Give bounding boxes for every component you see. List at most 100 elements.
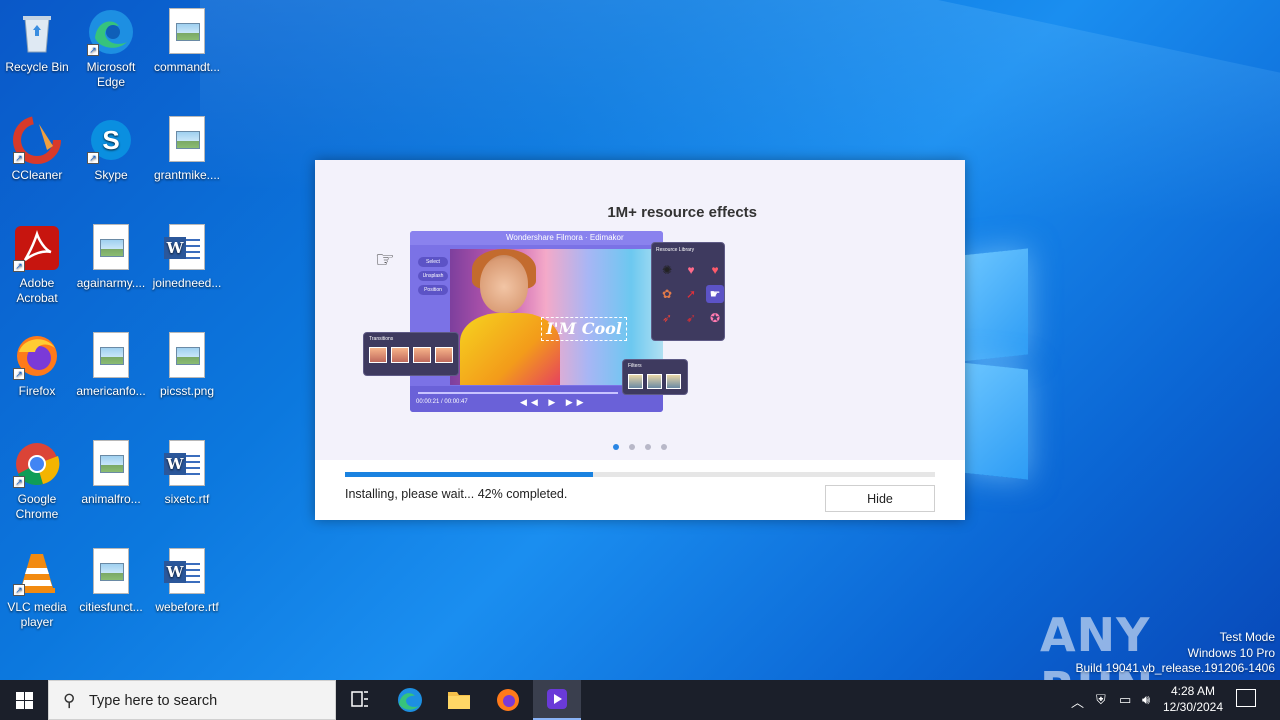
carousel-dot[interactable] (661, 444, 667, 450)
desktop-icon-microsoft-edge[interactable]: ↗ Microsoft Edge (74, 8, 148, 90)
image-file-icon (87, 224, 135, 272)
recycle-bin-icon (13, 8, 61, 56)
volume-icon[interactable]: 🔊︎ (1142, 692, 1150, 708)
icon-label: Firefox (18, 384, 56, 398)
image-file-icon (163, 332, 211, 380)
system-info-overlay: Test Mode Windows 10 Pro Build 19041.vb_… (1076, 630, 1276, 677)
clock-date: 12/30/2024 (1162, 700, 1224, 714)
install-progress-fill (345, 472, 593, 477)
task-view-button[interactable] (336, 680, 384, 720)
icon-label: joinedneed... (152, 276, 222, 290)
preview-filters-panel: Filters (622, 359, 688, 395)
preview-transitions-panel: Transitions (363, 332, 459, 376)
carousel-dots[interactable] (613, 444, 667, 450)
icon-label: Recycle Bin (5, 60, 69, 74)
desktop-icon-commandt[interactable]: commandt... (150, 8, 224, 75)
resource-panel-title: Resource Library (656, 247, 695, 253)
icon-label: CCleaner (11, 168, 63, 182)
transitions-title: Transitions (369, 336, 394, 342)
icon-label: americanfo... (76, 384, 146, 398)
installer-window: 1M+ resource effects ☞ Wondershare Filmo… (315, 160, 965, 520)
desktop-icon-adobe-acrobat[interactable]: ↗ Adobe Acrobat (0, 224, 74, 306)
icon-label: sixetc.rtf (164, 492, 210, 506)
taskbar-search-box[interactable]: ⚲ Type here to search (48, 680, 336, 720)
icon-label: VLC media player (7, 600, 67, 629)
acrobat-icon: ↗ (13, 224, 61, 272)
preview-side-button: Select (418, 257, 448, 267)
hide-button[interactable]: Hide (825, 485, 935, 512)
desktop-icon-sixetc[interactable]: W sixetc.rtf (150, 440, 224, 507)
carousel-dot[interactable] (645, 444, 651, 450)
icon-label: Adobe Acrobat (16, 276, 58, 305)
skype-icon: S ↗ (87, 116, 135, 164)
firefox-icon: ↗ (13, 332, 61, 380)
desktop-icon-picsst[interactable]: picsst.png (150, 332, 224, 399)
icon-label: webefore.rtf (155, 600, 219, 614)
word-doc-icon: W (163, 224, 211, 272)
installer-app-icon (547, 689, 567, 709)
build-label: Build 19041.vb_release.191206-1406 (1075, 661, 1276, 675)
image-file-icon (87, 548, 135, 596)
desktop-icon-google-chrome[interactable]: ↗ Google Chrome (0, 440, 74, 522)
taskbar-file-explorer-button[interactable] (435, 680, 483, 720)
pointing-hand-icon: ☞ (375, 247, 395, 272)
svg-text:S: S (102, 125, 119, 155)
chrome-icon: ↗ (13, 440, 61, 488)
carousel-dot[interactable] (613, 444, 619, 450)
search-placeholder: Type here to search (89, 693, 218, 709)
network-icon[interactable]: ▭ (1119, 692, 1131, 708)
notification-center-icon[interactable] (1236, 689, 1256, 707)
preview-playback-icons: ◀◀ ▶ ▶▶ (520, 397, 588, 407)
ccleaner-icon: ↗ (13, 116, 61, 164)
test-mode-label: Test Mode (1219, 630, 1275, 644)
word-doc-icon: W (163, 440, 211, 488)
taskbar-clock[interactable]: 4:28 AM 12/30/2024 (1160, 683, 1226, 715)
icon-label: commandt... (153, 60, 221, 74)
security-icon[interactable]: ⛨ (1096, 692, 1106, 708)
install-progress-bar (345, 472, 935, 477)
windows-edition-label: Windows 10 Pro (1187, 645, 1275, 660)
desktop-icon-skype[interactable]: S ↗ Skype (74, 116, 148, 183)
desktop-icon-againarmy[interactable]: againarmy.... (74, 224, 148, 291)
desktop-icon-joinedneed[interactable]: W joinedneed... (150, 224, 224, 291)
desktop-icon-ccleaner[interactable]: ↗ CCleaner (0, 116, 74, 183)
preview-side-button: Unsplash (418, 271, 448, 281)
desktop-icon-citiesfunct[interactable]: citiesfunct... (74, 548, 148, 615)
desktop-icon-grantmike[interactable]: grantmike.... (150, 116, 224, 183)
show-hidden-icons-chevron-icon[interactable]: ︿ (1071, 692, 1084, 711)
taskbar-firefox-button[interactable] (484, 680, 532, 720)
filters-title: Filters (628, 363, 642, 369)
image-file-icon (87, 332, 135, 380)
windows-logo-wallpaper (960, 240, 1030, 480)
edge-icon (398, 688, 422, 712)
preview-resource-panel: Resource Library ✺ ♥ ♥ ✿ ➚ ☛ ➶ ➹ ✪ (651, 242, 725, 341)
icon-label: Microsoft Edge (86, 60, 136, 89)
word-doc-icon: W (163, 548, 211, 596)
feature-carousel: 1M+ resource effects ☞ Wondershare Filmo… (315, 160, 965, 460)
taskbar-edge-button[interactable] (386, 680, 434, 720)
desktop-icon-firefox[interactable]: ↗ Firefox (0, 332, 74, 399)
firefox-icon (497, 689, 519, 711)
desktop-icon-vlc[interactable]: ↗ VLC media player (0, 548, 74, 630)
taskbar: ⚲ Type here to search ︿ ⛨ ▭ 🔊︎ 4:28 AM 1… (0, 680, 1280, 720)
icon-label: citiesfunct... (79, 600, 143, 614)
icon-label: againarmy.... (76, 276, 146, 290)
desktop-icon-animalfro[interactable]: animalfro... (74, 440, 148, 507)
preview-app-title: Wondershare Filmora · Edimakor (410, 231, 663, 245)
preview-overlay-text: I'M Cool (541, 317, 627, 341)
vlc-icon: ↗ (13, 548, 61, 596)
icon-label: grantmike.... (153, 168, 221, 182)
file-explorer-icon (448, 692, 470, 709)
carousel-dot[interactable] (629, 444, 635, 450)
start-button[interactable] (0, 680, 48, 720)
icon-label: picsst.png (159, 384, 215, 398)
icon-label: Google Chrome (15, 492, 59, 521)
image-file-icon (163, 8, 211, 56)
task-view-icon (351, 691, 368, 707)
preview-side-button: Position (418, 285, 448, 295)
taskbar-installer-button[interactable] (533, 680, 581, 720)
desktop-icon-webefore[interactable]: W webefore.rtf (150, 548, 224, 615)
clock-time: 4:28 AM (1170, 684, 1216, 698)
desktop-icon-recycle-bin[interactable]: Recycle Bin (0, 8, 74, 75)
desktop-icon-americanfo[interactable]: americanfo... (74, 332, 148, 399)
